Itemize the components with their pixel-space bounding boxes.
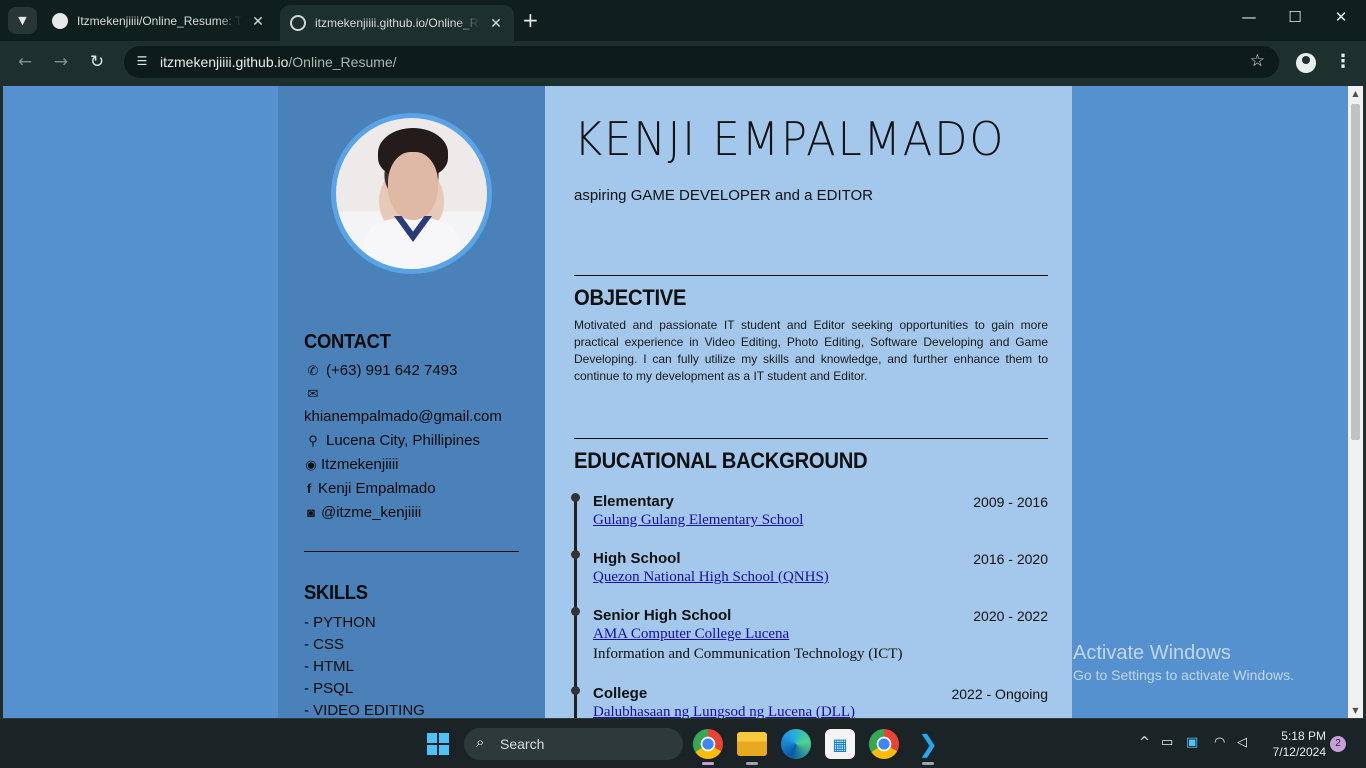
contact-facebook: f Kenji Empalmado: [304, 480, 436, 497]
bookmark-star-icon[interactable]: ☆: [1250, 51, 1265, 71]
notification-badge[interactable]: 2: [1330, 736, 1346, 752]
github-favicon-icon: [52, 13, 68, 29]
tab-title: Itzmekenjiiii/Online_Resume: Th: [77, 14, 242, 28]
github-icon: ◉: [305, 456, 317, 472]
map-marker-icon: ⚲: [308, 432, 318, 448]
skill-item: - PYTHON: [304, 614, 376, 631]
resume-sidebar: CONTACT ✆ (+63) 991 642 7493 ✉ khianempa…: [278, 86, 545, 718]
vscode-app-icon[interactable]: ❯: [913, 729, 943, 765]
sidebar-divider: [304, 551, 519, 552]
system-clock[interactable]: 5:18 PM 7/12/2024: [1262, 728, 1326, 760]
timeline-dot: [571, 550, 580, 559]
scroll-down-icon[interactable]: ▼: [1351, 706, 1360, 715]
skills-heading: SKILLS: [304, 582, 368, 604]
new-tab-button[interactable]: +: [522, 9, 539, 31]
contact-email: khianempalmado@gmail.com: [304, 408, 502, 425]
skill-item: - VIDEO EDITING: [304, 702, 425, 718]
contact-location: ⚲ Lucena City, Phillipines: [304, 432, 480, 449]
education-strand: Information and Communication Technology…: [593, 646, 903, 662]
education-level: Senior High School: [593, 607, 732, 624]
profile-avatar-icon[interactable]: [1296, 53, 1316, 73]
tab-strip: ▼ Itzmekenjiiii/Online_Resume: Th ✕ itzm…: [0, 0, 1366, 41]
timeline-dot: [571, 607, 580, 616]
education-heading: EDUCATIONAL BACKGROUND: [574, 448, 868, 473]
contact-instagram: ◙ @itzme_kenjiiii: [304, 504, 421, 521]
education-level: High School: [593, 550, 681, 567]
activate-windows-watermark: Activate Windows Go to Settings to activ…: [1073, 642, 1294, 683]
contact-github: ◉ Itzmekenjiiii: [305, 456, 399, 473]
volume-icon[interactable]: ◁: [1237, 735, 1247, 750]
search-icon: ⌕: [476, 734, 485, 751]
close-tab-icon[interactable]: ✕: [488, 15, 504, 32]
chrome-app-icon[interactable]: [693, 729, 723, 765]
url-text[interactable]: itzmekenjiiii.github.io/Online_Resume/: [160, 54, 397, 70]
chevron-up-icon[interactable]: ^: [1139, 735, 1150, 750]
monitor-icon[interactable]: ▭: [1161, 735, 1173, 750]
education-years: 2020 - 2022: [973, 608, 1048, 624]
scrollbar-thumb[interactable]: [1351, 104, 1360, 440]
kebab-menu-icon[interactable]: ⋮: [1334, 51, 1352, 72]
store-app-icon[interactable]: ▦: [825, 729, 855, 759]
education-level: College: [593, 685, 648, 702]
minimize-button[interactable]: —: [1226, 8, 1272, 26]
skill-item: - HTML: [304, 658, 354, 675]
scroll-up-icon[interactable]: ▲: [1351, 89, 1360, 98]
school-link[interactable]: Quezon National High School (QNHS): [593, 569, 829, 586]
section-divider: [574, 275, 1048, 276]
resume-main: KENJI EMPALMADO aspiring GAME DEVELOPER …: [545, 86, 1072, 718]
profile-photo: [331, 113, 492, 274]
close-window-button[interactable]: ✕: [1318, 8, 1364, 26]
school-link[interactable]: AMA Computer College Lucena: [593, 626, 789, 643]
education-level: Elementary: [593, 493, 674, 510]
timeline-dot: [571, 686, 580, 695]
page-scrollbar[interactable]: ▲ ▼: [1348, 86, 1363, 718]
education-years: 2022 - Ongoing: [951, 686, 1048, 702]
resume-tagline: aspiring GAME DEVELOPER and a EDITOR: [574, 187, 874, 204]
maximize-button[interactable]: ☐: [1272, 8, 1318, 26]
tab-resume[interactable]: itzmekenjiiii.github.io/Online_Re ✕: [280, 5, 514, 41]
timeline-dot: [571, 493, 580, 502]
chrome-profile-app-icon[interactable]: [869, 729, 899, 759]
defender-icon[interactable]: ▣: [1186, 735, 1198, 750]
education-timeline: [574, 494, 577, 718]
wifi-icon[interactable]: ◠: [1214, 735, 1225, 750]
skill-item: - CSS: [304, 636, 345, 653]
instagram-icon: ◙: [307, 505, 315, 520]
file-explorer-icon[interactable]: [737, 732, 767, 765]
back-arrow-icon[interactable]: ←: [13, 52, 37, 72]
close-tab-icon[interactable]: ✕: [250, 13, 266, 30]
contact-phone: ✆ (+63) 991 642 7493: [304, 362, 458, 379]
objective-heading: OBJECTIVE: [574, 285, 687, 310]
page-viewport: CONTACT ✆ (+63) 991 642 7493 ✉ khianempa…: [3, 86, 1348, 718]
forward-arrow-icon[interactable]: →: [49, 52, 73, 72]
browser-toolbar: ← → ↻ ☰ itzmekenjiiii.github.io/Online_R…: [0, 41, 1366, 86]
contact-email-icon-row: ✉: [304, 386, 326, 402]
facebook-icon: f: [306, 481, 312, 496]
education-years: 2016 - 2020: [973, 551, 1048, 567]
school-link[interactable]: Dalubhasaan ng Lungsod ng Lucena (DLL): [593, 704, 855, 718]
globe-favicon-icon: [290, 15, 306, 31]
contact-heading: CONTACT: [304, 331, 391, 353]
windows-taskbar: ⌕ Search ▦ ❯ ^ ▭ ▣ ◠ ◁ 5:18 PM 7/12/2024…: [0, 718, 1366, 768]
envelope-icon: ✉: [307, 386, 319, 401]
tab-title: itzmekenjiiii.github.io/Online_Re: [315, 16, 480, 30]
reload-icon[interactable]: ↻: [85, 52, 109, 72]
windows-start-icon[interactable]: [427, 733, 449, 755]
tab-search-button[interactable]: ▼: [8, 7, 37, 34]
objective-text: Motivated and passionate IT student and …: [574, 318, 1048, 383]
education-years: 2009 - 2016: [973, 494, 1048, 510]
chevron-down-icon: ▼: [18, 14, 27, 27]
skill-item: - PSQL: [304, 680, 354, 697]
tab-github-repo[interactable]: Itzmekenjiiii/Online_Resume: Th ✕: [42, 6, 276, 36]
edge-app-icon[interactable]: [781, 729, 811, 759]
address-bar[interactable]: ☰ itzmekenjiiii.github.io/Online_Resume/…: [124, 46, 1279, 78]
taskbar-search[interactable]: ⌕ Search: [464, 728, 683, 760]
resume-name: KENJI EMPALMADO: [574, 112, 1006, 166]
phone-icon: ✆: [307, 362, 319, 378]
school-link[interactable]: Gulang Gulang Elementary School: [593, 512, 803, 529]
site-info-icon[interactable]: ☰: [134, 54, 150, 70]
section-divider: [574, 438, 1048, 439]
